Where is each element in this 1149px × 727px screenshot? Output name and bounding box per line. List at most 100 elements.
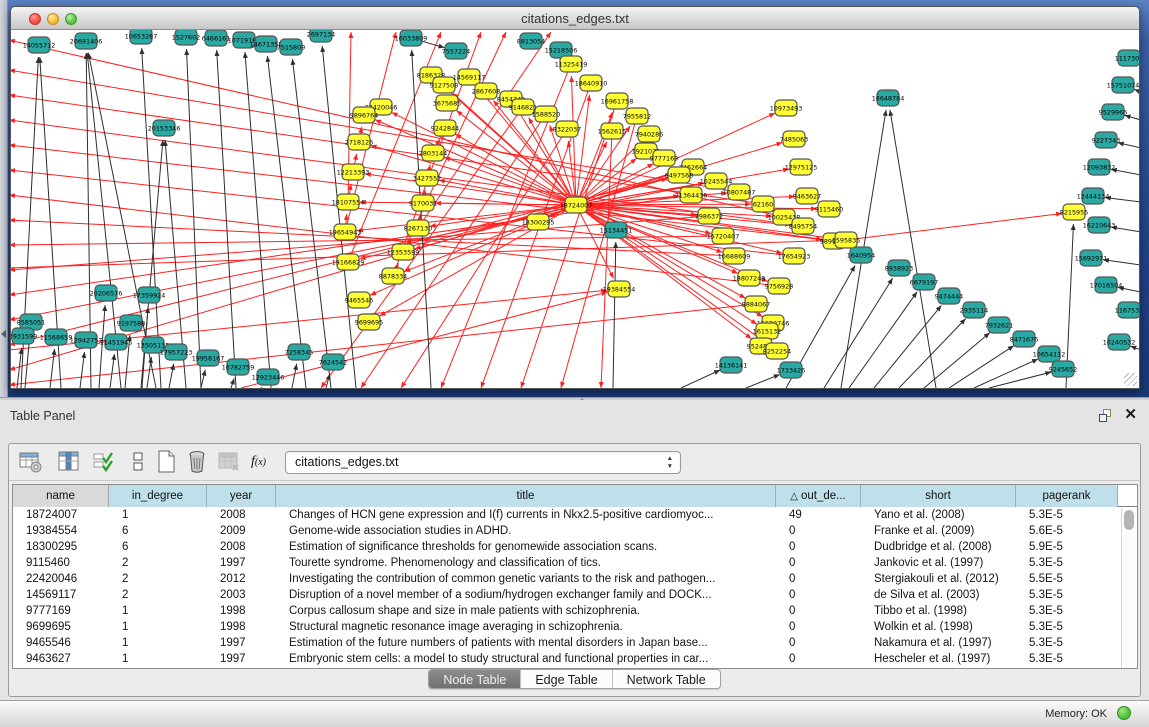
table-cell[interactable]: 0 [776,539,861,555]
table-cell[interactable]: 6 [109,523,207,539]
column-visibility-icon[interactable] [57,450,81,474]
table-cell[interactable]: 5.6E-5 [1016,523,1118,539]
table-cell[interactable]: 5.3E-5 [1016,555,1118,571]
table-cell[interactable]: Embryonic stem cells: a model to study s… [276,651,776,667]
network-window-titlebar[interactable]: citations_edges.txt [11,7,1139,30]
network-edge[interactable] [849,292,917,388]
network-node[interactable]: 8938923 [885,260,913,276]
network-node[interactable]: 10653287 [125,30,158,44]
table-cell[interactable]: 9699695 [13,619,109,635]
network-edge[interactable] [1134,89,1139,92]
network-node[interactable]: 7515809 [277,39,305,55]
table-cell[interactable]: 49 [776,507,861,523]
network-node[interactable]: 1527602 [172,30,200,45]
table-cell[interactable]: 1997 [207,651,276,667]
network-node[interactable]: 9463627 [793,188,821,204]
delete-table-icon[interactable] [217,450,241,474]
scrollbar-thumb[interactable] [1124,510,1134,530]
network-node[interactable]: 9777169 [650,150,678,166]
network-canvas-svg[interactable]: 1405571220691406106532871527602646616110… [11,30,1139,388]
network-edge[interactable] [681,370,720,388]
table-cell[interactable]: 19384554 [13,523,109,539]
table-row[interactable]: 1830029562008Estimation of significance … [13,539,1137,555]
network-edge[interactable] [50,349,55,388]
network-edge[interactable] [824,278,893,388]
table-cell[interactable]: Tourette syndrome. Phenomenology and cla… [276,555,776,571]
network-node[interactable]: 17359924 [133,287,166,303]
network-node[interactable]: 12975125 [785,159,818,175]
table-cell[interactable]: Corpus callosum shape and size in male p… [276,603,776,619]
network-node[interactable]: 8322037 [553,121,581,137]
network-edge[interactable] [1105,197,1139,202]
table-cell[interactable]: 1 [109,635,207,651]
column-header-in-degree[interactable]: in_degree [109,485,207,507]
network-edge[interactable] [613,242,616,388]
table-row[interactable]: 2242004622012Investigating the contribut… [13,571,1137,587]
table-cell[interactable]: 0 [776,555,861,571]
network-edge[interactable] [1103,260,1139,265]
network-edge[interactable] [261,387,262,388]
table-cell[interactable]: 0 [776,635,861,651]
network-node[interactable]: 1595835 [832,232,860,248]
table-cell[interactable]: 1998 [207,603,276,619]
close-panel-icon[interactable]: ✕ [1124,407,1137,423]
network-node[interactable]: 9474444 [935,288,963,304]
table-cell[interactable]: 5.9E-5 [1016,539,1118,555]
table-cell[interactable]: 0 [776,651,861,667]
network-edge[interactable] [147,357,151,388]
network-node[interactable]: 18640910 [575,75,608,91]
network-node[interactable]: 9245652 [1049,361,1077,377]
network-node[interactable]: 9465546 [345,292,373,308]
network-edge[interactable] [561,124,635,388]
network-node[interactable]: 62160 [752,196,774,212]
table-cell[interactable]: 5.3E-5 [1016,507,1118,523]
network-canvas[interactable]: 1405571220691406106532871527602646616110… [11,30,1139,388]
table-cell[interactable]: 2 [109,587,207,603]
network-node[interactable]: 2935114 [960,302,988,318]
table-cell[interactable]: 9463627 [13,651,109,667]
table-cell[interactable]: 5.3E-5 [1016,635,1118,651]
table-cell[interactable]: Tibbo et al. (1998) [861,603,1016,619]
network-node[interactable]: 7258345 [285,344,313,360]
table-cell[interactable]: 5.3E-5 [1016,651,1118,667]
column-header-short[interactable]: short [861,485,1016,507]
network-node[interactable]: 6497568 [665,167,693,183]
table-cell[interactable]: Investigating the contribution of common… [276,571,776,587]
network-node[interactable]: 7955812 [623,108,651,124]
network-edge[interactable] [355,154,357,164]
table-cell[interactable]: Structural magnetic resonance image aver… [276,619,776,635]
network-node[interactable]: 17016504 [1090,277,1123,293]
memory-ok-indicator[interactable] [1117,706,1131,720]
tab-network-table[interactable]: Network Table [613,670,720,688]
network-edge[interactable] [1118,143,1139,148]
network-node[interactable]: 8813054 [517,33,545,49]
create-column-icon[interactable] [155,450,179,474]
network-node[interactable]: 11451945 [100,334,133,350]
network-node[interactable]: 15692971 [1075,250,1108,266]
network-node[interactable]: 7624542 [319,354,347,370]
table-cell[interactable]: Disruption of a novel member of a sodium… [276,587,776,603]
table-cell[interactable]: 0 [776,523,861,539]
network-edge[interactable] [231,378,234,388]
table-cell[interactable]: 2009 [207,523,276,539]
network-node[interactable]: 20153346 [148,120,181,136]
network-node[interactable]: 19384554 [603,281,636,297]
network-node[interactable]: 8215955 [1060,204,1088,220]
network-node[interactable]: 20691406 [70,33,103,49]
table-cell[interactable]: 1997 [207,555,276,571]
table-cell[interactable]: 2008 [207,507,276,523]
network-edge[interactable] [346,214,347,224]
network-node[interactable]: 6466161 [202,30,230,46]
table-cell[interactable]: 2 [109,555,207,571]
table-row[interactable]: 946362711997Embryonic stem cells: a mode… [13,651,1137,667]
network-node[interactable]: 9242844 [431,120,459,136]
network-edge[interactable] [217,50,236,388]
table-row[interactable]: 911546021997Tourette syndrome. Phenomeno… [13,555,1137,571]
table-cell[interactable]: Estimation of the future numbers of pati… [276,635,776,651]
network-node[interactable]: 15751074 [1107,77,1139,93]
network-edge[interactable] [201,370,205,388]
table-cell[interactable]: 1 [109,603,207,619]
table-cell[interactable]: 22420046 [13,571,109,587]
network-edge[interactable] [989,372,1051,388]
network-node[interactable]: 3427552 [413,170,441,186]
